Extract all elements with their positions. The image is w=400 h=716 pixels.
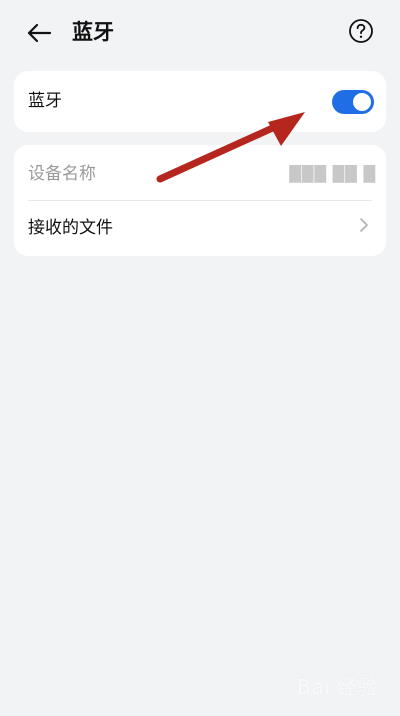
toggle-knob bbox=[353, 93, 371, 111]
bluetooth-label: 蓝牙 bbox=[28, 91, 62, 111]
help-button[interactable] bbox=[348, 18, 374, 44]
bluetooth-row[interactable]: 蓝牙 bbox=[14, 71, 386, 132]
back-button[interactable] bbox=[22, 16, 56, 50]
back-arrow-icon bbox=[27, 23, 52, 43]
chevron-right-icon bbox=[358, 217, 370, 233]
help-circle-icon bbox=[349, 19, 373, 43]
app-header: 蓝牙 bbox=[0, 0, 400, 64]
received-files-row[interactable]: 接收的文件 bbox=[14, 201, 386, 256]
page-title: 蓝牙 bbox=[72, 20, 114, 44]
bluetooth-toggle[interactable] bbox=[332, 90, 374, 114]
device-name-value: ███ ██ █ bbox=[289, 165, 376, 183]
device-name-row[interactable]: 设备名称 ███ ██ █ bbox=[14, 145, 386, 201]
received-files-label: 接收的文件 bbox=[28, 218, 113, 238]
bluetooth-details-card: 设备名称 ███ ██ █ 接收的文件 bbox=[14, 145, 386, 256]
bluetooth-card: 蓝牙 bbox=[14, 71, 386, 132]
watermark: Bai 经验 bbox=[297, 675, 378, 699]
device-name-label: 设备名称 bbox=[28, 164, 96, 184]
